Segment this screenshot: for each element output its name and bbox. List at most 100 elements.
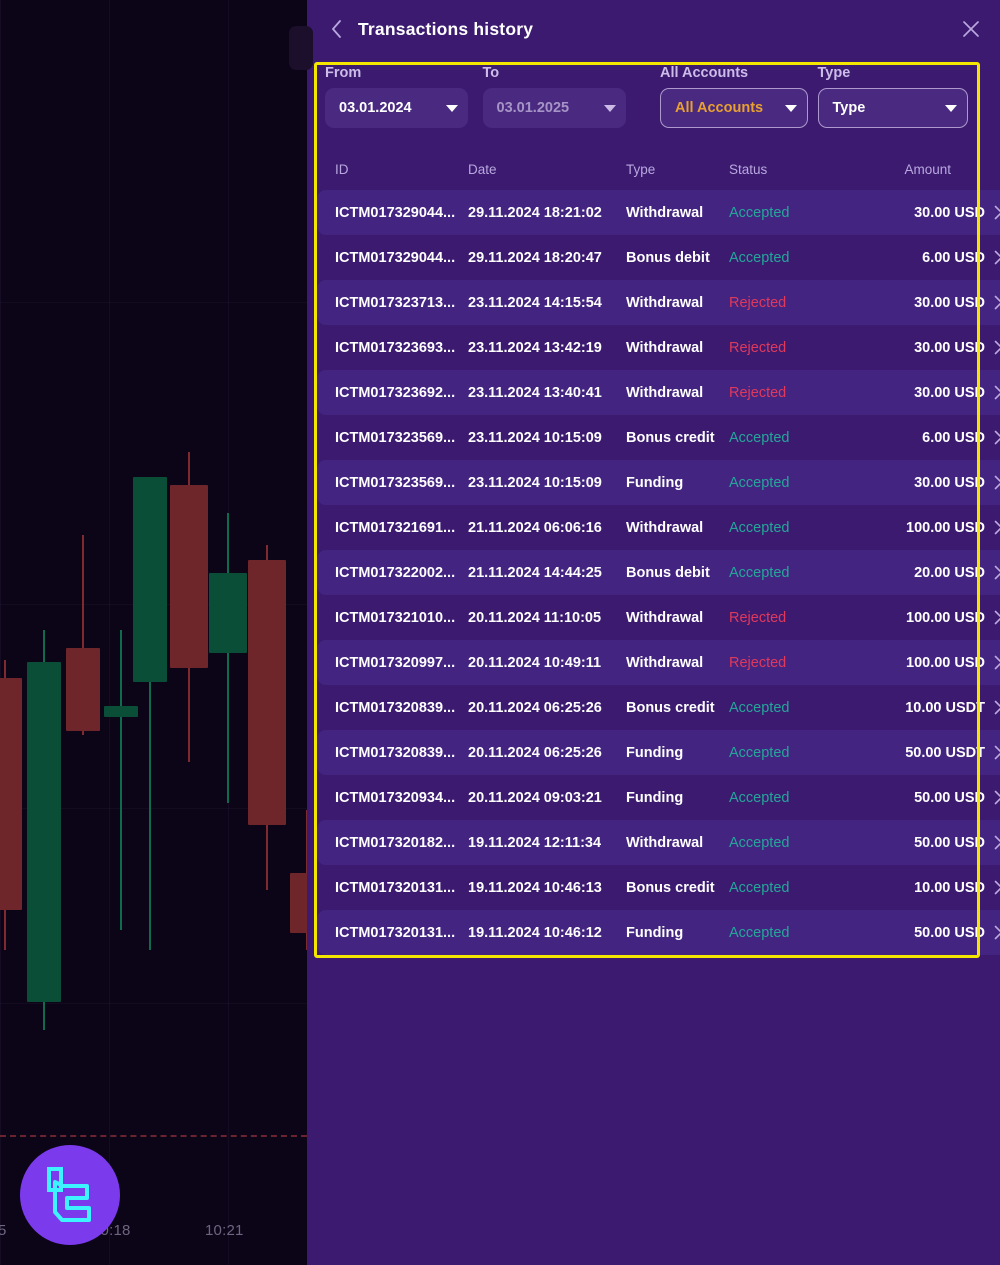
cell-amount: 50.00 USD — [914, 834, 985, 851]
table-row[interactable]: ICTM017320131... 19.11.2024 10:46:13 Bonus… — [317, 865, 1000, 910]
column-header-amount: Amount — [904, 162, 951, 177]
type-select[interactable]: Type — [817, 88, 968, 128]
chevron-down-icon — [446, 104, 458, 112]
cell-amount: 50.00 USD — [914, 924, 985, 941]
filter-from: From 03.01.2024 — [325, 65, 483, 151]
chevron-right-icon[interactable] — [985, 610, 1000, 625]
cell-date: 20.11.2024 06:25:26 — [468, 699, 602, 716]
date-from-select[interactable]: 03.01.2024 — [325, 88, 468, 128]
candle — [66, 535, 100, 735]
table-row[interactable]: ICTM017329044... 29.11.2024 18:21:02 Withd… — [317, 190, 1000, 235]
cell-status: Accepted — [729, 249, 790, 266]
chevron-right-icon[interactable] — [985, 835, 1000, 850]
cell-type: Withdrawal — [626, 519, 704, 536]
chart-gridline-h — [0, 302, 307, 303]
transactions-list[interactable]: ICTM017329044... 29.11.2024 18:21:02 Withd… — [317, 190, 1000, 955]
cell-id: ICTM017321010... — [335, 609, 456, 626]
cell-date: 29.11.2024 18:20:47 — [468, 249, 602, 266]
trading-chart[interactable]: 5 10:18 10:21 — [0, 0, 307, 1265]
accounts-select[interactable]: All Accounts — [660, 88, 808, 128]
type-value: Type — [832, 100, 866, 116]
table-row[interactable]: ICTM017320997... 20.11.2024 10:49:11 Withd… — [317, 640, 1000, 685]
chart-price-level-line — [0, 1135, 307, 1137]
cell-id: ICTM017320997... — [335, 654, 456, 671]
candle — [209, 513, 247, 813]
cell-date: 23.11.2024 14:15:54 — [468, 294, 602, 311]
chevron-right-icon[interactable] — [985, 205, 1000, 220]
cell-type: Bonus debit — [626, 249, 710, 266]
table-row[interactable]: ICTM017321691... 21.11.2024 06:06:16 Withd… — [317, 505, 1000, 550]
cell-status: Accepted — [729, 699, 790, 716]
chevron-right-icon[interactable] — [985, 565, 1000, 580]
cell-id: ICTM017320839... — [335, 744, 456, 761]
cell-id: ICTM017323569... — [335, 474, 456, 491]
cell-amount: 30.00 USD — [914, 294, 985, 311]
cell-status: Accepted — [729, 879, 790, 896]
chevron-right-icon[interactable] — [985, 745, 1000, 760]
cell-status: Accepted — [729, 519, 790, 536]
cell-id: ICTM017323569... — [335, 429, 456, 446]
filter-from-label: From — [325, 65, 362, 81]
table-row[interactable]: ICTM017323692... 23.11.2024 13:40:41 Withd… — [317, 370, 1000, 415]
table-row[interactable]: ICTM017321010... 20.11.2024 11:10:05 Withd… — [317, 595, 1000, 640]
chevron-right-icon[interactable] — [985, 790, 1000, 805]
table-row[interactable]: ICTM017323693... 23.11.2024 13:42:19 Withd… — [317, 325, 1000, 370]
cell-type: Withdrawal — [626, 654, 704, 671]
cell-date: 20.11.2024 11:10:05 — [468, 609, 602, 626]
date-to-select[interactable]: 03.01.2025 — [482, 88, 626, 128]
table-row[interactable]: ICTM017323569... 23.11.2024 10:15:09 Fundi… — [317, 460, 1000, 505]
cell-amount: 30.00 USD — [914, 204, 985, 221]
cell-type: Withdrawal — [626, 294, 704, 311]
chevron-right-icon[interactable] — [985, 655, 1000, 670]
brand-logo[interactable] — [20, 1145, 120, 1245]
filter-type: Type Type — [817, 65, 978, 151]
cell-id: ICTM017329044... — [335, 204, 456, 221]
chevron-right-icon[interactable] — [985, 295, 1000, 310]
brand-logo-icon — [47, 1167, 91, 1222]
cell-date: 21.11.2024 06:06:16 — [468, 519, 602, 536]
close-icon[interactable] — [960, 18, 982, 40]
cell-amount: 10.00 USDT — [905, 699, 985, 716]
chevron-right-icon[interactable] — [985, 475, 1000, 490]
table-row[interactable]: ICTM017329044... 29.11.2024 18:20:47 Bonus… — [317, 235, 1000, 280]
cell-type: Bonus credit — [626, 879, 715, 896]
cell-type: Bonus debit — [626, 564, 710, 581]
cell-amount: 50.00 USDT — [905, 744, 985, 761]
cell-amount: 10.00 USD — [914, 879, 985, 896]
table-row[interactable]: ICTM017323569... 23.11.2024 10:15:09 Bonus… — [317, 415, 1000, 460]
table-row[interactable]: ICTM017320934... 20.11.2024 09:03:21 Fundi… — [317, 775, 1000, 820]
chart-xtick-2: 10:21 — [205, 1222, 244, 1239]
chevron-right-icon[interactable] — [985, 340, 1000, 355]
cell-date: 29.11.2024 18:21:02 — [468, 204, 602, 221]
table-row[interactable]: ICTM017320131... 19.11.2024 10:46:12 Fundi… — [317, 910, 1000, 955]
filter-accounts: All Accounts All Accounts — [660, 65, 818, 151]
cell-type: Withdrawal — [626, 204, 704, 221]
cell-date: 19.11.2024 12:11:34 — [468, 834, 602, 851]
chevron-right-icon[interactable] — [985, 520, 1000, 535]
chevron-left-icon[interactable] — [328, 19, 344, 39]
cell-id: ICTM017320131... — [335, 879, 456, 896]
cell-date: 23.11.2024 10:15:09 — [468, 429, 602, 446]
accounts-value: All Accounts — [675, 100, 764, 116]
table-row[interactable]: ICTM017322002... 21.11.2024 14:44:25 Bonus… — [317, 550, 1000, 595]
chevron-right-icon[interactable] — [985, 250, 1000, 265]
cell-date: 20.11.2024 06:25:26 — [468, 744, 602, 761]
chevron-right-icon[interactable] — [985, 385, 1000, 400]
cell-status: Accepted — [729, 204, 790, 221]
cell-amount: 30.00 USD — [914, 339, 985, 356]
table-row[interactable]: ICTM017323713... 23.11.2024 14:15:54 Withd… — [317, 280, 1000, 325]
chevron-right-icon[interactable] — [985, 700, 1000, 715]
chevron-right-icon[interactable] — [985, 925, 1000, 940]
cell-amount: 20.00 USD — [914, 564, 985, 581]
cell-date: 21.11.2024 14:44:25 — [468, 564, 602, 581]
table-row[interactable]: ICTM017320839... 20.11.2024 06:25:26 Bonus… — [317, 685, 1000, 730]
transactions-history-panel: Transactions history From 03.01.2024 To — [289, 0, 1000, 1265]
table-row[interactable]: ICTM017320839... 20.11.2024 06:25:26 Fundi… — [317, 730, 1000, 775]
cell-id: ICTM017321691... — [335, 519, 456, 536]
chevron-right-icon[interactable] — [985, 880, 1000, 895]
chevron-right-icon[interactable] — [985, 430, 1000, 445]
cell-status: Accepted — [729, 834, 790, 851]
cell-amount: 100.00 USD — [906, 519, 985, 536]
cell-amount: 6.00 USD — [922, 249, 985, 266]
table-row[interactable]: ICTM017320182... 19.11.2024 12:11:34 Withd… — [317, 820, 1000, 865]
